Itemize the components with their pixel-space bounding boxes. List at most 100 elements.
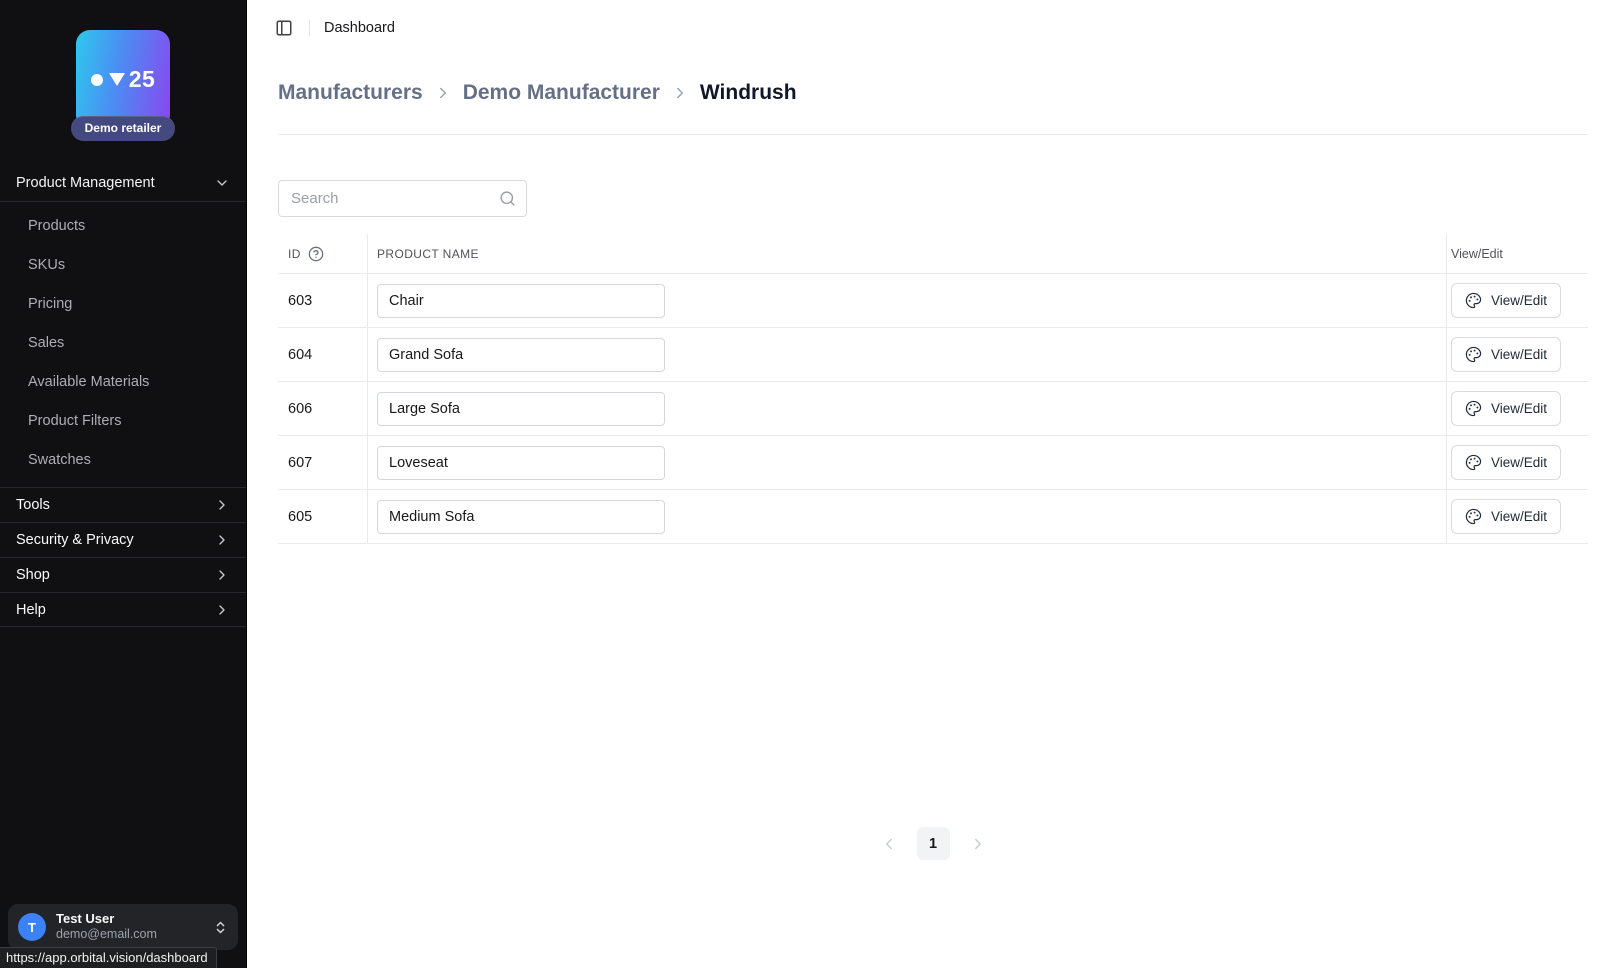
view-edit-label: View/Edit [1491, 509, 1547, 524]
user-info: Test User demo@email.com [56, 911, 203, 943]
table-row: 607 View/Edit [278, 436, 1588, 490]
sidebar-item-available-materials[interactable]: Available Materials [0, 362, 246, 401]
user-name: Test User [56, 911, 203, 927]
sidebar-section-tools[interactable]: Tools [0, 487, 246, 522]
user-menu[interactable]: T Test User demo@email.com [8, 904, 238, 950]
main-area: Dashboard Manufacturers Demo Manufacture… [247, 0, 1619, 968]
sidebar-item-pricing[interactable]: Pricing [0, 284, 246, 323]
search-box [278, 180, 527, 217]
product-management-submenu: Products SKUs Pricing Sales Available Ma… [0, 202, 246, 487]
product-name-input[interactable] [377, 500, 665, 534]
breadcrumb-current-windrush: Windrush [700, 81, 797, 105]
sidebar-section-product-management[interactable]: Product Management [0, 165, 246, 202]
section-label: Help [16, 602, 46, 618]
product-name-input[interactable] [377, 392, 665, 426]
chevron-right-icon [214, 497, 230, 513]
product-name-input[interactable] [377, 446, 665, 480]
sidebar-nav: Product Management Products SKUs Pricing… [0, 165, 246, 627]
product-id: 606 [288, 401, 312, 417]
sidebar-section-shop[interactable]: Shop [0, 557, 246, 592]
breadcrumb-demo-manufacturer[interactable]: Demo Manufacturer [463, 81, 660, 105]
header-id: ID [278, 234, 368, 273]
ov25-logo: 25 [76, 30, 170, 129]
topbar-divider [309, 20, 310, 36]
chevron-right-icon [969, 835, 987, 853]
view-edit-label: View/Edit [1491, 347, 1547, 362]
table-row: 604 View/Edit [278, 328, 1588, 382]
section-label: Shop [16, 567, 50, 583]
table-row: 603 View/Edit [278, 274, 1588, 328]
sidebar-item-swatches[interactable]: Swatches [0, 440, 246, 479]
product-id: 603 [288, 293, 312, 309]
product-name-input[interactable] [377, 338, 665, 372]
view-edit-button[interactable]: View/Edit [1451, 283, 1561, 318]
breadcrumb: Manufacturers Demo Manufacturer Windrush [278, 81, 1588, 105]
chevrons-up-down-icon [213, 920, 228, 935]
breadcrumb-manufacturers[interactable]: Manufacturers [278, 81, 423, 105]
chevron-right-icon [434, 84, 452, 102]
browser-status-url: https://app.orbital.vision/dashboard [0, 947, 217, 968]
palette-icon [1465, 454, 1482, 471]
chevron-down-icon [214, 175, 230, 191]
logo-triangle-icon [109, 73, 125, 86]
pagination-page-1[interactable]: 1 [917, 827, 950, 860]
view-edit-button[interactable]: View/Edit [1451, 499, 1561, 534]
chevron-right-icon [214, 532, 230, 548]
header-view-edit-label: View/Edit [1451, 247, 1503, 261]
table-header-row: ID PRODUCT NAME View/Edit [278, 234, 1588, 274]
header-product-name: PRODUCT NAME [368, 234, 1447, 273]
chevron-right-icon [214, 567, 230, 583]
brand-logo: 25 Demo retailer [0, 0, 246, 141]
section-label: Tools [16, 497, 50, 513]
topbar-breadcrumb-dashboard[interactable]: Dashboard [324, 20, 395, 36]
view-edit-label: View/Edit [1491, 401, 1547, 416]
palette-icon [1465, 400, 1482, 417]
panel-left-icon [275, 19, 293, 37]
user-email: demo@email.com [56, 927, 203, 943]
sidebar-section-security-privacy[interactable]: Security & Privacy [0, 522, 246, 557]
view-edit-button[interactable]: View/Edit [1451, 337, 1561, 372]
sidebar-section-help[interactable]: Help [0, 592, 246, 627]
pagination-next-button[interactable] [967, 833, 989, 855]
search-icon [499, 190, 516, 207]
sidebar-item-sales[interactable]: Sales [0, 323, 246, 362]
view-edit-label: View/Edit [1491, 455, 1547, 470]
pagination-prev-button[interactable] [878, 833, 900, 855]
section-label: Product Management [16, 175, 155, 191]
help-circle-icon[interactable] [308, 246, 324, 262]
sidebar-toggle-button[interactable] [273, 17, 295, 39]
pagination: 1 [278, 827, 1588, 860]
product-name-input[interactable] [377, 284, 665, 318]
logo-number: 25 [129, 66, 156, 93]
header-view-edit: View/Edit [1447, 234, 1588, 273]
retailer-badge: Demo retailer [71, 116, 176, 141]
view-edit-label: View/Edit [1491, 293, 1547, 308]
sidebar-item-skus[interactable]: SKUs [0, 245, 246, 284]
sidebar-item-product-filters[interactable]: Product Filters [0, 401, 246, 440]
sidebar-item-products[interactable]: Products [0, 206, 246, 245]
palette-icon [1465, 292, 1482, 309]
section-label: Security & Privacy [16, 532, 134, 548]
search-input[interactable] [291, 190, 499, 207]
page-content: Manufacturers Demo Manufacturer Windrush… [247, 56, 1619, 968]
header-id-label: ID [288, 247, 301, 261]
products-table: ID PRODUCT NAME View/Edit 603 View/Edit [278, 234, 1588, 544]
topbar: Dashboard [247, 0, 1619, 56]
avatar: T [18, 913, 46, 941]
sidebar: 25 Demo retailer Product Management Prod… [0, 0, 247, 968]
chevron-right-icon [671, 84, 689, 102]
product-id: 607 [288, 455, 312, 471]
header-product-name-label: PRODUCT NAME [377, 247, 479, 261]
table-row: 605 View/Edit [278, 490, 1588, 544]
view-edit-button[interactable]: View/Edit [1451, 445, 1561, 480]
view-edit-button[interactable]: View/Edit [1451, 391, 1561, 426]
table-row: 606 View/Edit [278, 382, 1588, 436]
logo-circle-icon [91, 74, 103, 86]
product-id: 604 [288, 347, 312, 363]
palette-icon [1465, 508, 1482, 525]
breadcrumb-divider [278, 134, 1588, 135]
palette-icon [1465, 346, 1482, 363]
chevron-left-icon [880, 835, 898, 853]
product-id: 605 [288, 509, 312, 525]
chevron-right-icon [214, 602, 230, 618]
